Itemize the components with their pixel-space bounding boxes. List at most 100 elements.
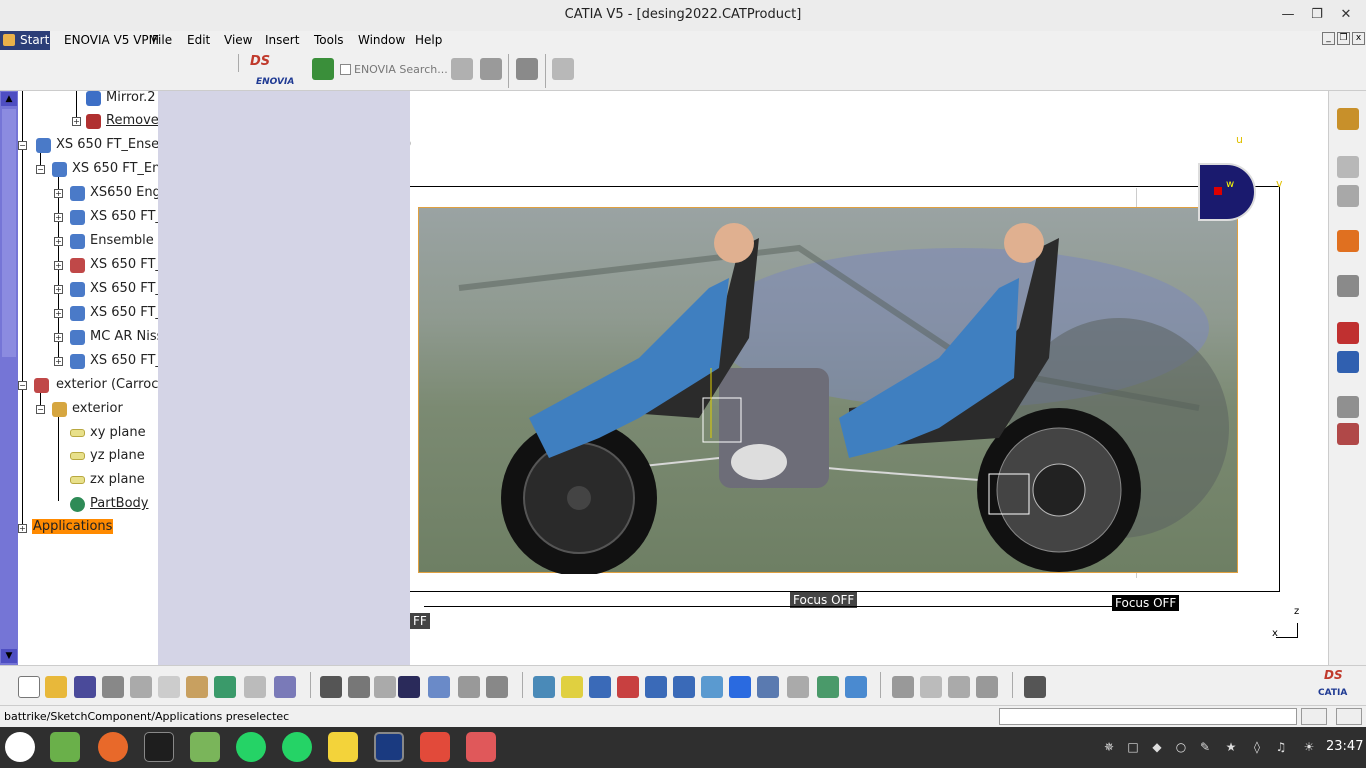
lock-icon[interactable] bbox=[458, 676, 480, 698]
menu-window[interactable]: Window bbox=[358, 33, 405, 47]
parameter-icon[interactable] bbox=[374, 676, 396, 698]
command-exit-button[interactable] bbox=[1336, 708, 1362, 725]
menu-edit[interactable]: Edit bbox=[187, 33, 210, 47]
mdi-minimize-button[interactable]: _ bbox=[1322, 32, 1335, 45]
undo-icon[interactable] bbox=[214, 676, 236, 698]
show-desktop-icon[interactable] bbox=[50, 732, 80, 762]
collapse-icon[interactable]: − bbox=[36, 405, 45, 414]
constraint-icon[interactable] bbox=[1337, 322, 1359, 344]
cut-icon[interactable] bbox=[130, 676, 152, 698]
collapse-icon[interactable]: − bbox=[36, 165, 45, 174]
mdi-restore-button[interactable]: ❐ bbox=[1337, 32, 1350, 45]
paste-icon[interactable] bbox=[186, 676, 208, 698]
mdi-close-button[interactable]: x bbox=[1352, 32, 1365, 45]
shield-icon[interactable]: ◆ bbox=[1150, 740, 1164, 754]
rotate-icon[interactable] bbox=[617, 676, 639, 698]
explode-icon[interactable] bbox=[1337, 396, 1359, 418]
replace-icon[interactable] bbox=[1337, 185, 1359, 207]
clipboard-icon[interactable]: □ bbox=[1126, 740, 1140, 754]
vpn-icon[interactable]: ○ bbox=[1174, 740, 1188, 754]
swap-view-icon[interactable] bbox=[845, 676, 867, 698]
expand-icon[interactable]: + bbox=[54, 333, 63, 342]
command-input[interactable] bbox=[999, 708, 1297, 725]
open-folder-icon[interactable] bbox=[45, 676, 67, 698]
minimize-button[interactable]: — bbox=[1278, 5, 1298, 25]
expand-icon[interactable]: + bbox=[54, 237, 63, 246]
image-viewer-icon[interactable] bbox=[466, 732, 496, 762]
command-history-button[interactable] bbox=[1301, 708, 1327, 725]
catalog-icon[interactable] bbox=[428, 676, 450, 698]
scroll-down-arrow-icon[interactable]: ▼ bbox=[1, 649, 17, 663]
scroll-thumb[interactable] bbox=[2, 109, 16, 357]
formula-icon[interactable] bbox=[320, 676, 342, 698]
wrench-icon[interactable] bbox=[552, 58, 574, 80]
product-structure-icon[interactable] bbox=[1337, 108, 1359, 130]
hide-show-icon[interactable] bbox=[787, 676, 809, 698]
move-icon[interactable] bbox=[920, 676, 942, 698]
save-icon[interactable] bbox=[74, 676, 96, 698]
enovia-logo-button[interactable]: DS ENOVIA bbox=[248, 54, 300, 88]
expand-icon[interactable]: + bbox=[54, 309, 63, 318]
collapse-icon[interactable]: − bbox=[18, 141, 27, 150]
volume-icon[interactable]: ♫ bbox=[1274, 740, 1288, 754]
menu-file[interactable]: File bbox=[152, 33, 172, 47]
enovia-arrow-icon[interactable] bbox=[312, 58, 334, 80]
whatsapp-icon[interactable] bbox=[236, 732, 266, 762]
graph-icon[interactable] bbox=[948, 676, 970, 698]
publication-icon[interactable] bbox=[486, 676, 508, 698]
tree-scrollbar[interactable]: ▲ ▼ bbox=[0, 91, 18, 665]
expand-icon[interactable]: + bbox=[54, 213, 63, 222]
network-icon[interactable]: ◊ bbox=[1250, 740, 1264, 754]
compass-handle[interactable] bbox=[1214, 187, 1222, 195]
new-document-icon[interactable] bbox=[18, 676, 40, 698]
close-button[interactable]: ✕ bbox=[1336, 5, 1356, 25]
files-icon[interactable] bbox=[190, 732, 220, 762]
bluetooth-icon[interactable]: ✵ bbox=[1102, 740, 1116, 754]
save-data-icon[interactable] bbox=[480, 58, 502, 80]
whats-this-icon[interactable] bbox=[274, 676, 296, 698]
fit-all-icon[interactable] bbox=[561, 676, 583, 698]
firefox-icon[interactable] bbox=[98, 732, 128, 762]
measure-icon[interactable] bbox=[892, 676, 914, 698]
compass[interactable]: w bbox=[1198, 163, 1256, 221]
ai-app-icon[interactable] bbox=[420, 732, 450, 762]
notes-icon[interactable] bbox=[328, 732, 358, 762]
menu-enovia[interactable]: ENOVIA V5 VPM bbox=[64, 33, 159, 47]
camera-icon[interactable] bbox=[1024, 676, 1046, 698]
tree-network-icon[interactable] bbox=[451, 58, 473, 80]
terminal-icon[interactable] bbox=[144, 732, 174, 762]
3d-viewport[interactable]: ) bbox=[410, 91, 1328, 665]
menu-view[interactable]: View bbox=[224, 33, 252, 47]
expand-icon[interactable]: + bbox=[72, 117, 81, 126]
pan-icon[interactable] bbox=[589, 676, 611, 698]
multi-view-icon[interactable] bbox=[729, 676, 751, 698]
component-icon[interactable] bbox=[1337, 156, 1359, 178]
normal-view-icon[interactable] bbox=[701, 676, 723, 698]
iso-view-icon[interactable] bbox=[757, 676, 779, 698]
menu-tools[interactable]: Tools bbox=[314, 33, 344, 47]
scroll-up-arrow-icon[interactable]: ▲ bbox=[1, 92, 17, 106]
menu-help[interactable]: Help bbox=[415, 33, 442, 47]
copy-icon[interactable] bbox=[158, 676, 180, 698]
scene-icon[interactable] bbox=[976, 676, 998, 698]
mint-menu-icon[interactable] bbox=[5, 732, 35, 762]
star-icon[interactable]: ★ bbox=[1224, 740, 1238, 754]
snap-icon[interactable] bbox=[1337, 351, 1359, 373]
zoom-in-icon[interactable] bbox=[645, 676, 667, 698]
zoom-out-icon[interactable] bbox=[673, 676, 695, 698]
catia-task-icon[interactable] bbox=[374, 732, 404, 762]
menu-insert[interactable]: Insert bbox=[265, 33, 299, 47]
expand-icon[interactable]: + bbox=[54, 261, 63, 270]
brightness-icon[interactable]: ☀ bbox=[1302, 740, 1316, 754]
clash-icon[interactable] bbox=[1337, 423, 1359, 445]
expand-icon[interactable]: + bbox=[54, 189, 63, 198]
collapse-icon[interactable]: − bbox=[18, 381, 27, 390]
select-cursor-icon[interactable] bbox=[1337, 230, 1359, 252]
expand-icon[interactable]: + bbox=[18, 524, 27, 533]
clock[interactable]: 23:47 bbox=[1326, 739, 1363, 754]
comment-icon[interactable] bbox=[348, 676, 370, 698]
whatsapp-alt-icon[interactable] bbox=[282, 732, 312, 762]
fly-mode-icon[interactable] bbox=[533, 676, 555, 698]
product-icon[interactable] bbox=[516, 58, 538, 80]
notes-tray-icon[interactable]: ✎ bbox=[1198, 740, 1212, 754]
